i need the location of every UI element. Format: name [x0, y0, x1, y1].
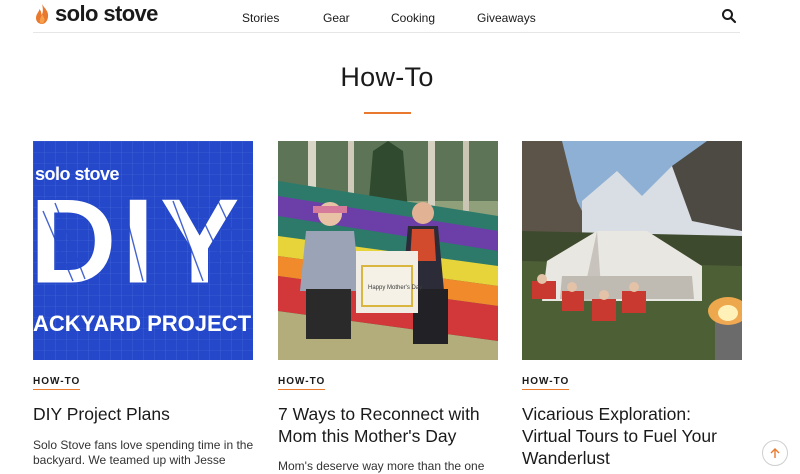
nav-cooking[interactable]: Cooking — [391, 11, 435, 25]
article-title[interactable]: DIY Project Plans — [33, 403, 253, 425]
article-image-virtual-tours[interactable] — [522, 141, 742, 360]
page-title: How-To — [340, 62, 434, 92]
article-title[interactable]: 7 Ways to Reconnect with Mom this Mother… — [278, 403, 498, 447]
article-excerpt: Solo Stove fans love spending time in th… — [33, 438, 254, 467]
image-box-text: Happy Mother's Day — [368, 285, 422, 291]
search-button[interactable] — [721, 8, 737, 24]
scroll-to-top-button[interactable] — [762, 440, 788, 466]
title-underline — [364, 112, 411, 114]
article-excerpt: Mom's deserve way more than the one — [278, 459, 485, 473]
article-tag[interactable]: HOW-TO — [278, 376, 326, 390]
search-icon — [722, 9, 737, 24]
flame-icon — [36, 4, 49, 24]
article-image-mothers-day[interactable]: Happy Mother's Day — [278, 141, 498, 360]
header-divider — [33, 32, 740, 33]
article-tag[interactable]: HOW-TO — [522, 376, 570, 390]
article-image-diy[interactable]: solo stove DIY ACKYARD PROJECT — [33, 141, 253, 360]
nav-stories[interactable]: Stories — [242, 11, 279, 25]
nav-gear[interactable]: Gear — [323, 11, 350, 25]
nav-giveaways[interactable]: Giveaways — [477, 11, 536, 25]
article-tag[interactable]: HOW-TO — [33, 376, 81, 390]
site-header: solo stove Stories Gear Cooking Giveaway… — [0, 0, 800, 34]
image-banner-text: ACKYARD PROJECT — [33, 311, 252, 336]
arrow-up-icon — [770, 448, 780, 458]
site-logo[interactable]: solo stove — [33, 1, 158, 27]
logo-wordmark: solo stove — [55, 1, 158, 26]
article-title[interactable]: Vicarious Exploration: Virtual Tours to … — [522, 403, 742, 469]
